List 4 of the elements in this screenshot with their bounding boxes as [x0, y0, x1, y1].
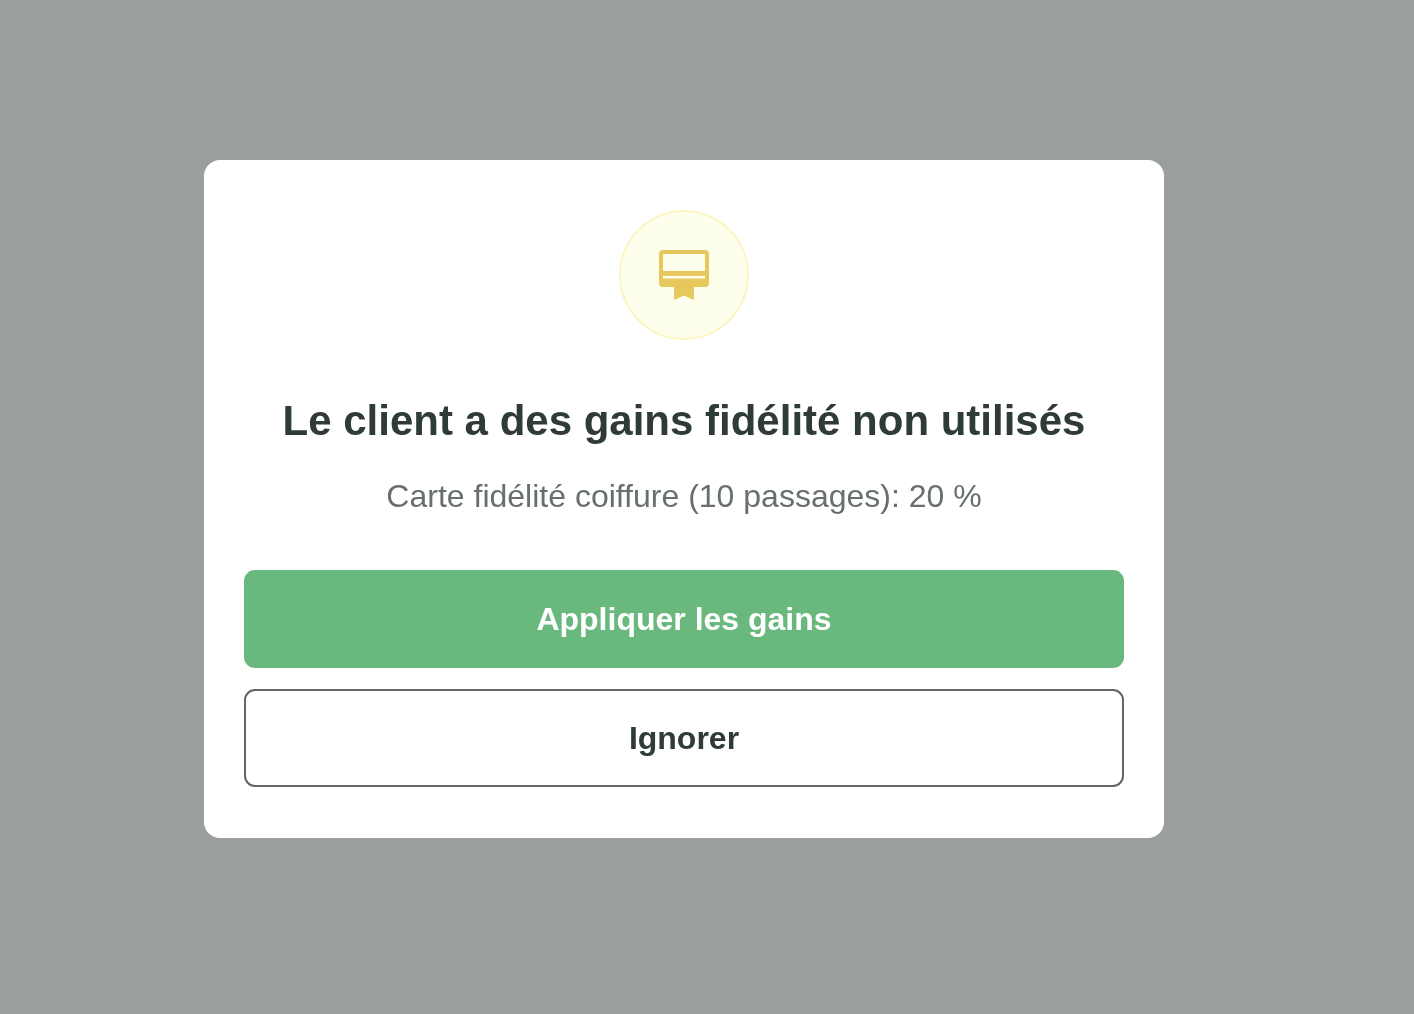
dialog-message: Carte fidélité coiffure (10 passages): 20 %: [386, 477, 982, 516]
ignore-button[interactable]: Ignorer: [244, 689, 1124, 787]
dialog-title: Le client a des gains fidélité non utilisés: [282, 396, 1086, 446]
certificate-icon: [619, 210, 749, 340]
